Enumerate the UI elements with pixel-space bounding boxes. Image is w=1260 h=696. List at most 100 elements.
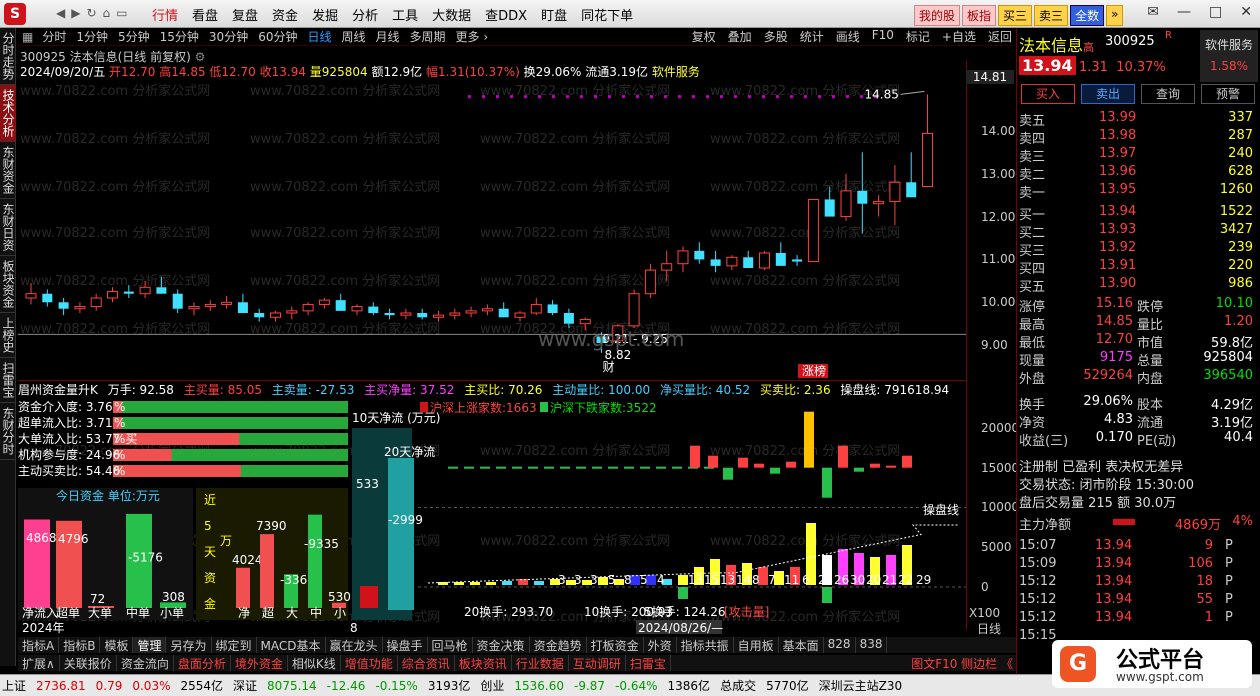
function-tab[interactable]: 相似K线 — [288, 655, 341, 671]
candle[interactable] — [563, 308, 574, 328]
trade-row[interactable]: 15:07 13.94 9 P — [1019, 538, 1257, 556]
candle[interactable] — [628, 289, 640, 328]
timeframe-tab[interactable]: 分时 — [42, 28, 66, 45]
buy-button[interactable]: 买入 — [1021, 84, 1075, 104]
top-button[interactable]: » — [1106, 5, 1124, 26]
forward-icon[interactable]: ▶ — [71, 6, 80, 20]
indicator-tab[interactable]: 基本面 — [779, 637, 824, 653]
chart-tool[interactable]: 返回 — [988, 28, 1012, 45]
stat-row[interactable]: 最高 14.85 量比 1.20 — [1019, 314, 1257, 333]
indicator-tab[interactable]: 管理 — [133, 637, 167, 653]
candle[interactable] — [58, 298, 69, 316]
candle[interactable] — [302, 302, 314, 316]
leftnav-item[interactable]: 分时走势 — [0, 28, 16, 85]
menu-item[interactable]: 盯盘 — [541, 5, 567, 24]
indicator-tab[interactable]: 回马枪 — [428, 637, 473, 653]
leftnav-item[interactable]: 东财日资 — [0, 199, 16, 256]
menu-item[interactable]: 查DDX — [485, 5, 527, 24]
menu-item[interactable]: 发掘 — [312, 5, 338, 24]
trade-row[interactable]: 15:12 13.94 55 P — [1019, 592, 1257, 610]
function-tab[interactable]: 扩展∧ — [18, 655, 60, 671]
leftnav-item[interactable]: 东财分时 — [0, 403, 16, 460]
trade-row[interactable]: 15:12 13.94 1 P — [1019, 610, 1257, 628]
volume-bar[interactable] — [502, 581, 512, 585]
candle[interactable] — [286, 306, 298, 320]
menu-item[interactable]: 大数据 — [432, 5, 471, 24]
candlestick-chart[interactable]: 14.858.829.21 - 9.25财 涨榜www.gspt.com — [18, 78, 966, 378]
candle[interactable] — [906, 152, 917, 198]
grid-icon[interactable]: ▦ — [22, 30, 33, 44]
indicator-tab[interactable]: 打板资金 — [587, 637, 644, 653]
close-icon[interactable]: ✕ — [1240, 4, 1252, 20]
sell-button[interactable]: 卖出 — [1081, 84, 1135, 104]
chart-tool[interactable]: 多股 — [764, 28, 788, 45]
fund-panel-chart[interactable]: 资金介入度: 3.76 %超单流入比: 3.71 %大单流入比: 53.77%买机构… — [18, 400, 966, 636]
stat-row[interactable]: 涨停 15.16 跌停 10.10 — [1019, 296, 1257, 315]
candle[interactable] — [417, 308, 428, 320]
sector-box[interactable]: 软件服务 1.58% — [1200, 30, 1258, 82]
timeframe-tab[interactable]: 5分钟 — [118, 28, 150, 45]
top-button[interactable]: 板指 — [962, 5, 997, 26]
ask-row[interactable]: 卖四 13.98 287 — [1019, 128, 1257, 147]
trade-row[interactable]: 15:09 13.94 106 P — [1019, 556, 1257, 574]
indicator-tab[interactable]: 绑定到 — [212, 637, 257, 653]
bid-row[interactable]: 买二 13.93 3427 — [1019, 222, 1257, 241]
timeframe-tab[interactable]: 1分钟 — [76, 28, 108, 45]
candle[interactable] — [25, 283, 37, 305]
refresh-icon[interactable]: ↻ — [86, 6, 96, 20]
screen-icon[interactable]: ▭ — [116, 6, 127, 20]
candle[interactable] — [465, 306, 477, 318]
candle[interactable] — [384, 308, 395, 320]
leftnav-item[interactable]: 板块资金 — [0, 256, 16, 313]
candle[interactable] — [400, 308, 412, 320]
candle[interactable] — [221, 295, 233, 309]
indicator-tab[interactable]: 模板 — [100, 637, 134, 653]
candle[interactable] — [368, 302, 379, 316]
bid-row[interactable]: 买一 13.94 1522 — [1019, 204, 1257, 223]
stat2-row[interactable]: 净资 4.83 流通 3.19亿 — [1019, 412, 1257, 431]
candle[interactable] — [433, 310, 444, 322]
timeframe-tab[interactable]: 周线 — [342, 28, 366, 45]
chart-tool[interactable]: 标记 — [906, 28, 930, 45]
sidebar-toggle[interactable]: 图文F10 侧边栏 《 — [907, 655, 1018, 671]
function-tab[interactable]: 境外资金 — [231, 655, 288, 671]
timeframe-tab[interactable]: 30分钟 — [209, 28, 248, 45]
candle[interactable] — [726, 255, 738, 271]
candle[interactable] — [498, 302, 509, 318]
candle[interactable] — [792, 255, 803, 266]
chart-tool[interactable]: 复权 — [692, 28, 716, 45]
function-tab[interactable]: 综合资讯 — [398, 655, 455, 671]
mail-icon[interactable]: ✉ — [1147, 4, 1159, 20]
leftnav-item[interactable]: 东财资金 — [0, 142, 16, 199]
ohlc-sector[interactable]: 软件服务 — [652, 65, 700, 79]
settings-icon[interactable]: ⚙ — [195, 50, 206, 64]
timeframe-tab[interactable]: 60分钟 — [258, 28, 297, 45]
timeframe-tab[interactable]: 日线 — [307, 28, 331, 45]
candle[interactable] — [172, 289, 183, 313]
chart-tool[interactable]: +自选 — [942, 28, 976, 45]
function-tab[interactable]: 互动调研 — [569, 655, 626, 671]
ask-row[interactable]: 卖一 13.95 1260 — [1019, 182, 1257, 201]
volume-bar[interactable] — [534, 581, 544, 585]
leftnav-item[interactable]: 上榜史 — [0, 313, 16, 358]
timeframe-tab[interactable]: 更多 › — [456, 28, 489, 45]
function-tab[interactable]: 资金流向 — [117, 655, 174, 671]
menu-item[interactable]: 同花下单 — [581, 5, 633, 24]
candle[interactable] — [270, 310, 281, 322]
stat2-row[interactable]: 换手 29.06% 股本 4.29亿 — [1019, 394, 1257, 413]
ask-row[interactable]: 卖三 13.97 240 — [1019, 146, 1257, 165]
menu-item[interactable]: 看盘 — [192, 5, 218, 24]
chart-tool[interactable]: 画线 — [836, 28, 860, 45]
function-tab[interactable]: 板块资讯 — [455, 655, 512, 671]
timeframe-tab[interactable]: 15分钟 — [160, 28, 199, 45]
indicator-tab[interactable]: 外资 — [644, 637, 677, 653]
indicator-tab[interactable]: 资金趋势 — [530, 637, 587, 653]
candle[interactable] — [922, 94, 933, 188]
menu-item[interactable]: 工具 — [392, 5, 418, 24]
candle[interactable] — [107, 287, 118, 303]
indicator-tab[interactable]: 838 — [856, 637, 888, 653]
candle[interactable] — [449, 308, 461, 320]
candle[interactable] — [644, 263, 656, 298]
indicator-tab[interactable]: MACD基本 — [257, 637, 326, 653]
candle[interactable] — [237, 293, 248, 313]
